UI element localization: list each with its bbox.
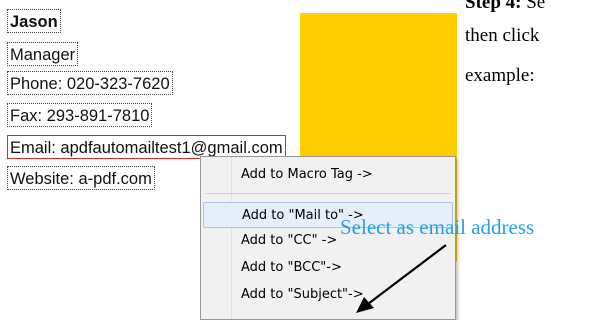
contact-title[interactable]: Manager xyxy=(7,42,79,66)
contact-website[interactable]: Website: a-pdf.com xyxy=(7,166,155,190)
contact-name[interactable]: Jason xyxy=(7,9,61,33)
menu-item-add-to-bcc[interactable]: Add to "BCC"-> xyxy=(203,255,453,281)
annotation-label: Select as email address xyxy=(340,215,535,239)
menu-item-add-to-macro-tag[interactable]: Add to Macro Tag -> xyxy=(203,162,453,188)
instruction-line-1: Step 4: Se xyxy=(465,0,545,14)
contact-phone[interactable]: Phone: 020-323-7620 xyxy=(7,71,173,95)
instruction-line-3: example: xyxy=(465,65,535,86)
menu-item-add-to-subject[interactable]: Add to "Subject"-> xyxy=(203,282,453,308)
contact-fax[interactable]: Fax: 293-891-7810 xyxy=(7,103,153,127)
menu-separator xyxy=(205,193,451,194)
instruction-line-2: then click xyxy=(465,25,540,46)
step-label: Step 4: xyxy=(465,0,522,13)
step-text: Se xyxy=(521,0,546,13)
